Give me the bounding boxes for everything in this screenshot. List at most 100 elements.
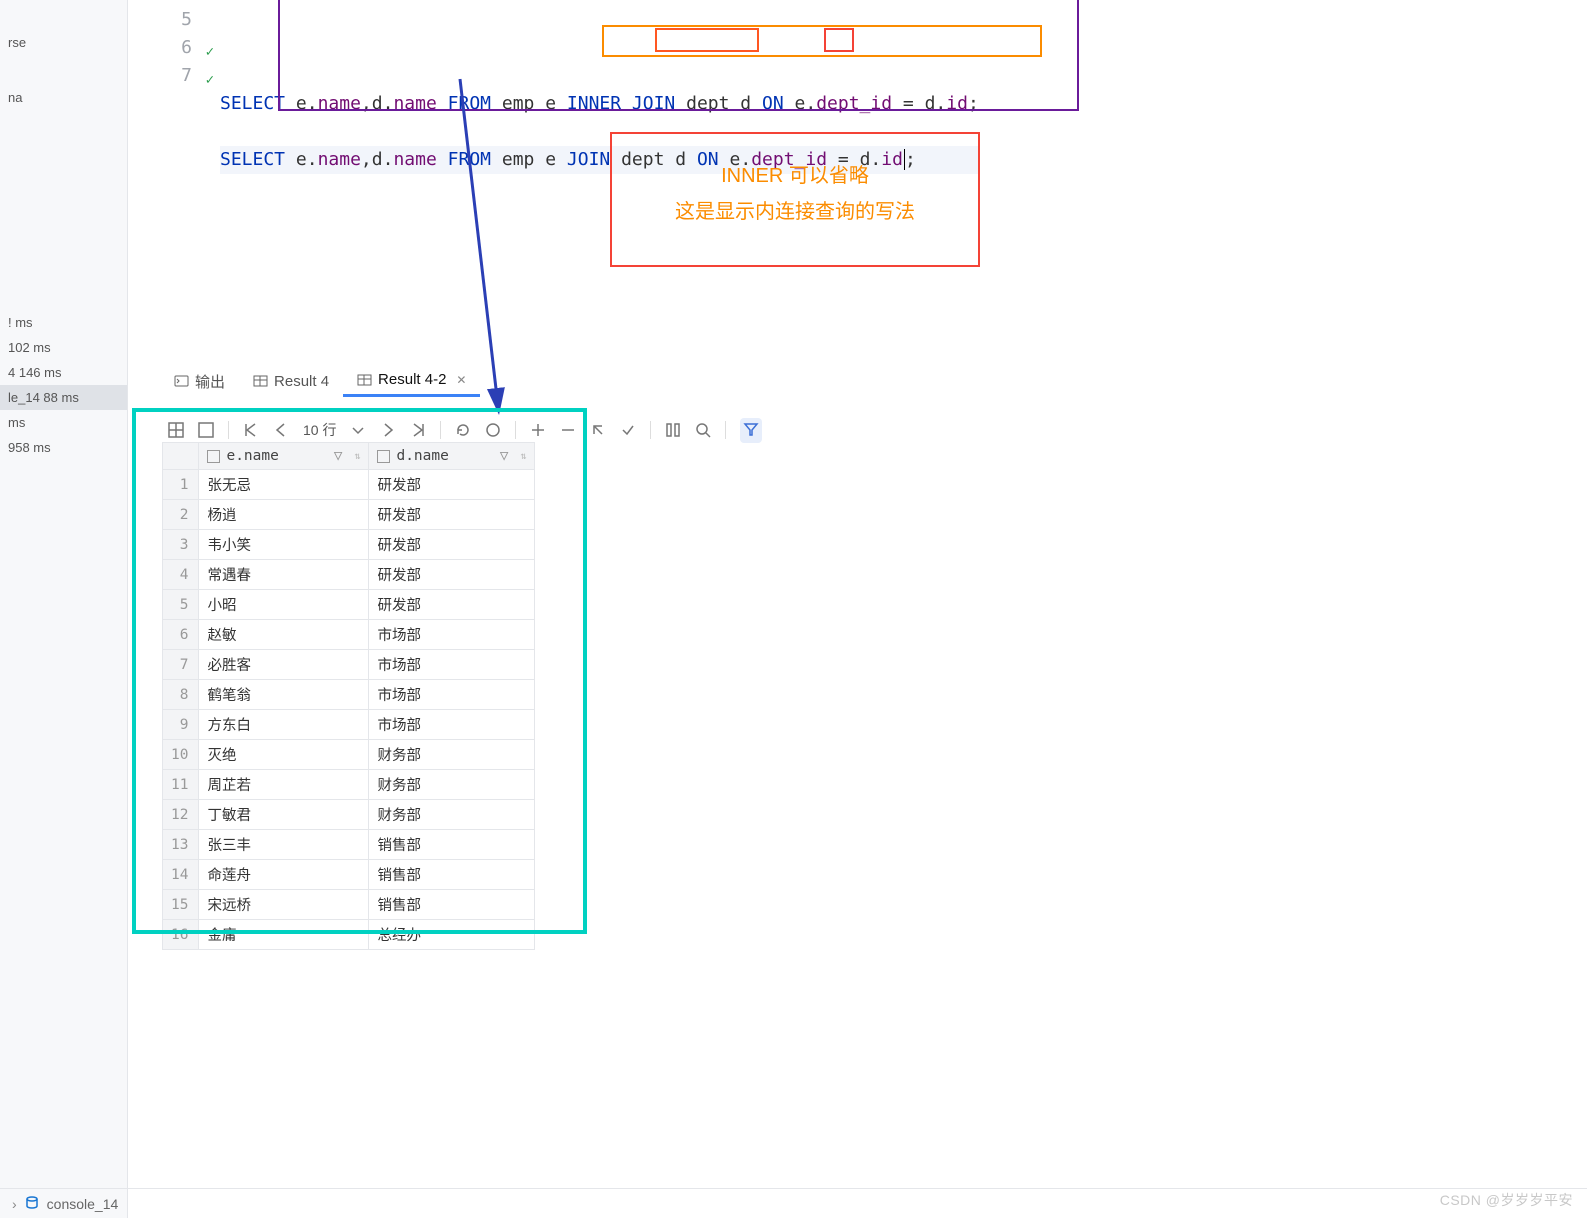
chevron-down-icon[interactable] bbox=[350, 422, 366, 438]
cell-d-name[interactable]: 销售部 bbox=[369, 830, 535, 860]
sidebar-history-item[interactable]: ! ms bbox=[0, 310, 127, 335]
cell-e-name[interactable]: 张三丰 bbox=[199, 830, 369, 860]
cell-e-name[interactable]: 赵敏 bbox=[199, 620, 369, 650]
cell-e-name[interactable]: 韦小笑 bbox=[199, 530, 369, 560]
table-row[interactable]: 13张三丰销售部 bbox=[163, 830, 535, 860]
table-row[interactable]: 10灭绝财务部 bbox=[163, 740, 535, 770]
commit-icon[interactable] bbox=[620, 422, 636, 438]
sort-icon[interactable]: ⇅ bbox=[354, 451, 360, 462]
cell-e-name[interactable]: 金庸 bbox=[199, 920, 369, 950]
table-row[interactable]: 9方东白市场部 bbox=[163, 710, 535, 740]
line-number: 7 bbox=[181, 65, 192, 86]
sidebar-item[interactable]: na bbox=[0, 85, 127, 110]
cell-e-name[interactable]: 周芷若 bbox=[199, 770, 369, 800]
table-row[interactable]: 4常遇春研发部 bbox=[163, 560, 535, 590]
column-icon bbox=[377, 450, 390, 463]
search-icon[interactable] bbox=[695, 422, 711, 438]
code-line[interactable]: SELECT e.name,d.name FROM emp e INNER JO… bbox=[220, 90, 979, 118]
add-row-icon[interactable] bbox=[530, 422, 546, 438]
sidebar-history-item[interactable]: 958 ms bbox=[0, 435, 127, 460]
cell-d-name[interactable]: 市场部 bbox=[369, 650, 535, 680]
cell-e-name[interactable]: 宋远桥 bbox=[199, 890, 369, 920]
table-row[interactable]: 8鹤笔翁市场部 bbox=[163, 680, 535, 710]
tab-output[interactable]: 输出 bbox=[160, 365, 239, 398]
filter-icon[interactable]: ▽ bbox=[500, 448, 509, 464]
reload-icon[interactable] bbox=[455, 422, 471, 438]
table-row[interactable]: 5小昭研发部 bbox=[163, 590, 535, 620]
cell-e-name[interactable]: 必胜客 bbox=[199, 650, 369, 680]
cell-e-name[interactable]: 小昭 bbox=[199, 590, 369, 620]
cell-d-name[interactable]: 研发部 bbox=[369, 560, 535, 590]
remove-row-icon[interactable] bbox=[560, 422, 576, 438]
cell-e-name[interactable]: 方东白 bbox=[199, 710, 369, 740]
cell-d-name[interactable]: 研发部 bbox=[369, 470, 535, 500]
sidebar-history-item[interactable]: 4 146 ms bbox=[0, 360, 127, 385]
prev-page-icon[interactable] bbox=[273, 422, 289, 438]
table-row[interactable]: 15宋远桥销售部 bbox=[163, 890, 535, 920]
cell-e-name[interactable]: 张无忌 bbox=[199, 470, 369, 500]
tab-result4-2[interactable]: Result 4-2 ✕ bbox=[343, 365, 480, 397]
cell-d-name[interactable]: 财务部 bbox=[369, 800, 535, 830]
cell-e-name[interactable]: 丁敏君 bbox=[199, 800, 369, 830]
grid-icon[interactable] bbox=[168, 422, 184, 438]
cell-d-name[interactable]: 财务部 bbox=[369, 740, 535, 770]
code-line[interactable] bbox=[220, 34, 979, 62]
column-header-d-name[interactable]: d.name ▽ ⇅ bbox=[369, 443, 535, 470]
filter-toggle-icon[interactable] bbox=[740, 418, 762, 443]
cell-d-name[interactable]: 销售部 bbox=[369, 860, 535, 890]
cell-d-name[interactable]: 总经办 bbox=[369, 920, 535, 950]
cell-e-name[interactable]: 杨逍 bbox=[199, 500, 369, 530]
cell-d-name[interactable]: 研发部 bbox=[369, 590, 535, 620]
table-row[interactable]: 6赵敏市场部 bbox=[163, 620, 535, 650]
column-header-e-name[interactable]: e.name ▽ ⇅ bbox=[199, 443, 369, 470]
left-sidebar: rse na ! ms102 ms4 146 msle_14 88 msms95… bbox=[0, 0, 128, 1218]
table-row[interactable]: 12丁敏君财务部 bbox=[163, 800, 535, 830]
row-number: 14 bbox=[163, 860, 199, 890]
console-name[interactable]: console_14 bbox=[47, 1196, 119, 1212]
cell-e-name[interactable]: 灭绝 bbox=[199, 740, 369, 770]
sidebar-history-item[interactable]: le_14 88 ms bbox=[0, 385, 127, 410]
cell-d-name[interactable]: 市场部 bbox=[369, 620, 535, 650]
last-page-icon[interactable] bbox=[410, 422, 426, 438]
sidebar-item[interactable]: rse bbox=[0, 30, 127, 55]
cell-d-name[interactable]: 市场部 bbox=[369, 710, 535, 740]
filter-icon[interactable]: ▽ bbox=[334, 448, 343, 464]
sort-icon[interactable]: ⇅ bbox=[520, 451, 526, 462]
cell-d-name[interactable]: 市场部 bbox=[369, 680, 535, 710]
cell-d-name[interactable]: 研发部 bbox=[369, 530, 535, 560]
cell-e-name[interactable]: 常遇春 bbox=[199, 560, 369, 590]
sidebar-history-item[interactable]: ms bbox=[0, 410, 127, 435]
next-page-icon[interactable] bbox=[380, 422, 396, 438]
line-number: 6 bbox=[181, 37, 192, 58]
cell-e-name[interactable]: 鹤笔翁 bbox=[199, 680, 369, 710]
row-number: 5 bbox=[163, 590, 199, 620]
page-size-label[interactable]: 10 行 bbox=[303, 420, 336, 440]
row-number: 1 bbox=[163, 470, 199, 500]
chevron-right-icon[interactable]: › bbox=[12, 1196, 17, 1212]
table-row[interactable]: 11周芷若财务部 bbox=[163, 770, 535, 800]
cell-d-name[interactable]: 财务部 bbox=[369, 770, 535, 800]
table-row[interactable]: 16金庸总经办 bbox=[163, 920, 535, 950]
cell-d-name[interactable]: 销售部 bbox=[369, 890, 535, 920]
table-row[interactable]: 7必胜客市场部 bbox=[163, 650, 535, 680]
expand-icon[interactable] bbox=[198, 422, 214, 438]
cell-d-name[interactable]: 研发部 bbox=[369, 500, 535, 530]
table-row[interactable]: 14命莲舟销售部 bbox=[163, 860, 535, 890]
table-row[interactable]: 2杨逍研发部 bbox=[163, 500, 535, 530]
revert-icon[interactable] bbox=[590, 422, 606, 438]
note-line: INNER 可以省略 bbox=[638, 158, 952, 194]
row-number: 11 bbox=[163, 770, 199, 800]
tab-result4[interactable]: Result 4 bbox=[239, 367, 343, 396]
sql-editor[interactable]: 5 6✓ 7✓ SELECT e.name,d.name FROM emp e … bbox=[140, 0, 1587, 360]
close-icon[interactable]: ✕ bbox=[456, 373, 466, 387]
columns-icon[interactable] bbox=[665, 422, 681, 438]
rownum-header bbox=[163, 443, 199, 470]
first-page-icon[interactable] bbox=[243, 422, 259, 438]
table-row[interactable]: 3韦小笑研发部 bbox=[163, 530, 535, 560]
row-number: 10 bbox=[163, 740, 199, 770]
stop-icon[interactable] bbox=[485, 422, 501, 438]
cell-e-name[interactable]: 命莲舟 bbox=[199, 860, 369, 890]
sidebar-history-item[interactable]: 102 ms bbox=[0, 335, 127, 360]
watermark: CSDN @岁岁岁平安 bbox=[1440, 1190, 1573, 1210]
table-row[interactable]: 1张无忌研发部 bbox=[163, 470, 535, 500]
